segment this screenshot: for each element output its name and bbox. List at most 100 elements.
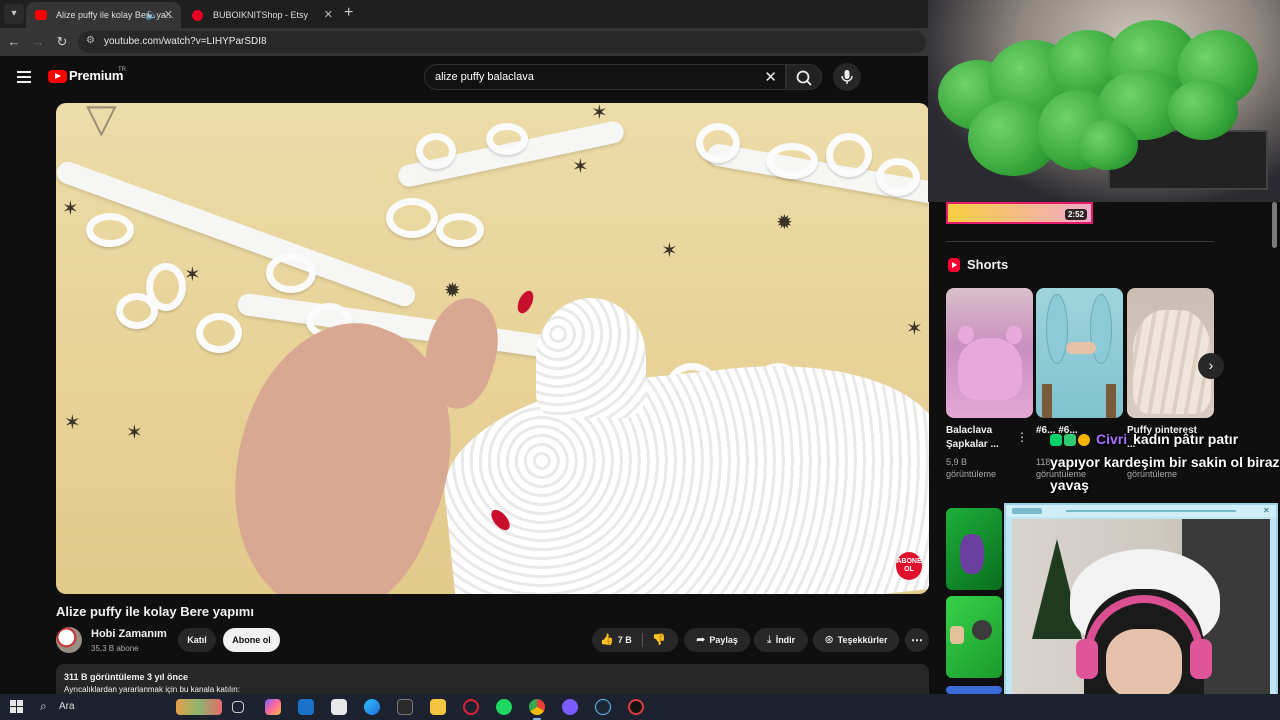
copilot-icon[interactable] <box>265 699 281 715</box>
youtube-favicon-icon <box>35 10 47 20</box>
reload-icon[interactable]: ↻ <box>53 33 71 51</box>
task-view-icon[interactable] <box>232 701 244 713</box>
chat-username: Civri <box>1096 431 1128 447</box>
channel-avatar[interactable] <box>56 627 82 653</box>
fabric-star-pattern: ✶ <box>126 422 143 444</box>
hat-ear <box>1006 326 1022 344</box>
short-thumbnail[interactable] <box>1127 288 1214 418</box>
download-label: İndir <box>775 635 796 645</box>
region-code: TR <box>118 67 126 73</box>
browser-tab-strip: ▾ Alize puffy ile kolay Bere ya... 🔈 ✕ B… <box>0 0 930 28</box>
site-info-icon[interactable]: ⚙ <box>86 35 95 46</box>
yarn-loop <box>436 213 484 247</box>
thumbs-down-icon[interactable]: 👎 <box>652 628 666 652</box>
short-more-icon[interactable]: ⋮ <box>1016 430 1028 444</box>
thanks-icon: ⊛ <box>824 634 834 646</box>
pink-hat <box>958 338 1022 400</box>
knitted-fabric <box>434 347 929 594</box>
obs-icon[interactable] <box>628 699 644 715</box>
download-button[interactable]: ⤓ İndir <box>754 628 808 652</box>
clear-search-icon[interactable]: ✕ <box>764 68 777 86</box>
scrollbar[interactable] <box>1272 202 1277 248</box>
speaker-icon[interactable]: 🔈 <box>145 2 159 28</box>
yarn-loop <box>696 123 740 163</box>
webcam-scene <box>1012 519 1270 710</box>
subscribe-button[interactable]: Abone ol <box>223 628 280 652</box>
like-count[interactable]: 7 B <box>618 635 632 645</box>
fabric-star-pattern: ✶ <box>572 156 589 178</box>
yarn-loop <box>386 198 438 238</box>
close-tab-icon[interactable]: ✕ <box>324 2 333 28</box>
search-input[interactable]: alize puffy balaclava <box>435 71 534 83</box>
description-text: Ayrıcalıklardan yararlanmak için bu kana… <box>64 685 240 694</box>
tab-youtube-video[interactable]: Alize puffy ile kolay Bere ya... 🔈 ✕ <box>26 2 181 28</box>
taskbar-search[interactable]: ⌕ Ara <box>38 698 168 716</box>
thanks-button[interactable]: ⊛ Teşekkürler <box>813 628 899 652</box>
chrome-icon[interactable] <box>529 699 545 720</box>
knitted-fabric <box>536 298 646 418</box>
fingernail <box>514 288 537 316</box>
windows-start-icon[interactable] <box>10 700 23 713</box>
yarn-loop <box>116 293 158 329</box>
microsoft-store-icon[interactable] <box>331 699 347 715</box>
yarn-loop <box>766 143 818 179</box>
taskbar-search-label: Ara <box>59 701 75 712</box>
recommended-video-thumbnail[interactable]: 2:52 <box>946 202 1093 224</box>
recommended-video-thumbnail[interactable] <box>946 596 1002 678</box>
url-text[interactable]: youtube.com/watch?v=LIHYParSDI8 <box>104 36 267 47</box>
opera-icon[interactable] <box>463 699 479 715</box>
share-button[interactable]: ➦ Paylaş <box>684 628 750 652</box>
discord-icon[interactable] <box>562 699 578 715</box>
thumbs-up-icon[interactable]: 👍 <box>600 634 614 646</box>
stream-chat-message: Civri kadın pâtır patır yapıyor kardeşim … <box>1050 428 1280 497</box>
short-thumbnail[interactable] <box>946 288 1033 418</box>
yarn-loop <box>876 158 920 196</box>
green-yarn-puff <box>1168 80 1238 140</box>
forward-arrow-icon[interactable]: → <box>29 33 47 51</box>
search-button[interactable] <box>786 64 822 90</box>
subscriber-count: 35,3 B abone <box>91 644 139 653</box>
duration-badge: 2:52 <box>1064 209 1087 220</box>
bunny-ear <box>1090 294 1112 364</box>
headphone-cup <box>1190 639 1212 679</box>
webcam-overlay: ✕ <box>1004 503 1278 714</box>
steam-icon[interactable] <box>595 699 611 715</box>
short-title[interactable]: Balaclava Şapkalar ... <box>946 424 1016 452</box>
recommended-video-thumbnail[interactable] <box>946 686 1002 694</box>
channel-name[interactable]: Hobi Zamanım <box>91 628 167 640</box>
youtube-premium-logo[interactable]: Premium <box>69 68 123 83</box>
tab-etsy-shop[interactable]: BUBOIKNITShop - Etsy ✕ <box>183 2 341 28</box>
yarn-camera-overlay <box>928 0 1280 202</box>
menu-icon[interactable] <box>17 71 31 83</box>
green-yarn-puff <box>1078 120 1138 170</box>
outlook-icon[interactable] <box>298 699 314 715</box>
close-tab-icon[interactable]: ✕ <box>164 2 173 28</box>
tab-search-button[interactable]: ▾ <box>4 4 24 24</box>
edge-icon[interactable] <box>364 699 380 715</box>
short-thumbnail[interactable] <box>1036 288 1123 418</box>
omnibox[interactable]: ⚙ youtube.com/watch?v=LIHYParSDI8 <box>78 31 926 53</box>
windows-taskbar: ⌕ Ara <box>0 694 1280 720</box>
share-icon: ➦ <box>696 634 706 646</box>
chat-badges <box>1050 428 1092 451</box>
video-player[interactable]: ✶ ✶ ✶ ✶ ✶ ✹ ✶ ✶ ✶ ✹ ✶ ▽ ABONE OL <box>56 103 929 594</box>
spotify-icon[interactable] <box>496 699 512 715</box>
divider <box>642 633 643 647</box>
back-arrow-icon[interactable]: ← <box>5 33 23 51</box>
search-box[interactable]: alize puffy balaclava ✕ <box>424 64 786 90</box>
youtube-logo-icon[interactable] <box>48 70 67 83</box>
search-highlight-icon[interactable] <box>176 699 222 715</box>
yarn-loop <box>196 313 242 353</box>
like-dislike-group: 👍 7 B 👎 <box>592 628 678 652</box>
voice-search-button[interactable] <box>833 63 861 91</box>
recommended-video-thumbnail[interactable] <box>946 508 1002 590</box>
new-tab-plus-icon[interactable]: + <box>344 4 353 22</box>
subscribe-watermark-badge[interactable]: ABONE OL <box>896 552 922 580</box>
epic-games-icon[interactable] <box>397 699 413 715</box>
fabric-star-pattern: ✶ <box>661 240 678 262</box>
more-actions-icon[interactable]: ⋯ <box>905 628 929 652</box>
file-explorer-icon[interactable] <box>430 699 446 715</box>
join-button[interactable]: Katıl <box>178 628 216 652</box>
yarn-loop <box>416 133 456 169</box>
shorts-next-chevron-icon[interactable]: › <box>1198 353 1224 379</box>
